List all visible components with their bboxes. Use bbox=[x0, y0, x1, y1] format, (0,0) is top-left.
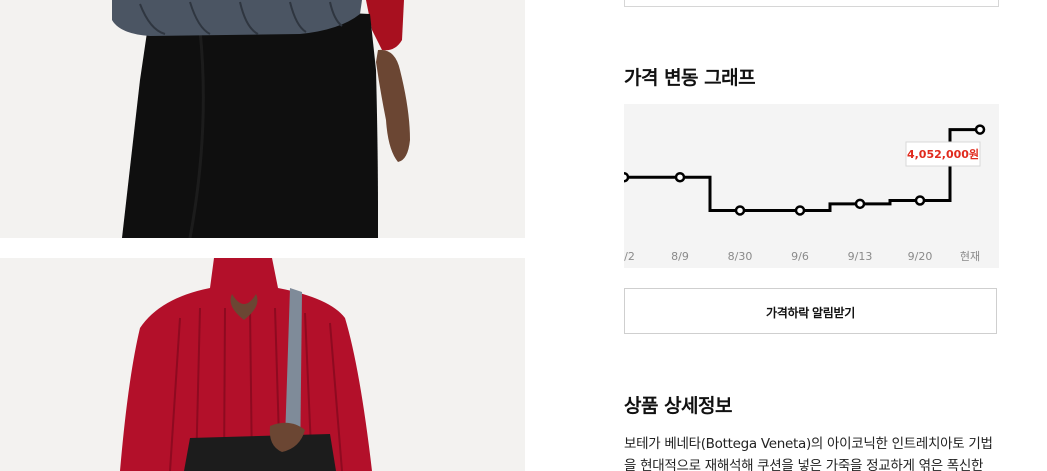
x-tick-label: 8/30 bbox=[728, 250, 753, 263]
current-price-label: 4,052,000원 bbox=[907, 147, 979, 161]
price-point[interactable] bbox=[624, 171, 630, 183]
price-history-chart[interactable]: 4,052,000원 8/2 8/9 8/30 9/6 9/13 9/20 현재 bbox=[624, 104, 999, 268]
price-point[interactable] bbox=[734, 205, 746, 216]
x-tick-label: 9/6 bbox=[791, 250, 809, 263]
x-tick-label: 9/13 bbox=[848, 250, 873, 263]
product-page: 가격 변동 그래프 4,052,000원 8/2 8/9 8/30 9/6 9/13 9/2… bbox=[0, 0, 1047, 471]
price-chart-svg: 4,052,000원 8/2 8/9 8/30 9/6 9/13 9/20 현재 bbox=[624, 124, 986, 263]
product-photo-2[interactable] bbox=[0, 258, 525, 471]
price-point[interactable] bbox=[974, 124, 986, 135]
model-photo-red-sweater bbox=[0, 258, 525, 471]
x-tick-label: 9/20 bbox=[908, 250, 933, 263]
model-photo-black-skirt bbox=[0, 0, 525, 238]
price-point[interactable] bbox=[794, 205, 806, 216]
option-box-bottom-edge bbox=[624, 0, 999, 7]
price-drop-alert-button[interactable]: 가격하락 알림받기 bbox=[624, 288, 997, 334]
x-tick-label: 8/9 bbox=[671, 250, 689, 263]
price-point[interactable] bbox=[854, 198, 866, 210]
price-point[interactable] bbox=[674, 171, 686, 183]
product-photo-1[interactable] bbox=[0, 0, 525, 238]
x-tick-label: 8/2 bbox=[624, 250, 635, 263]
product-detail-title: 상품 상세정보 bbox=[624, 395, 733, 417]
price-point[interactable] bbox=[914, 195, 926, 206]
x-tick-label: 현재 bbox=[960, 250, 980, 263]
product-description: 보테가 베네타(Bottega Veneta)의 아이코닉한 인트레치아토 기법… bbox=[624, 436, 993, 471]
price-graph-title: 가격 변동 그래프 bbox=[624, 67, 756, 89]
